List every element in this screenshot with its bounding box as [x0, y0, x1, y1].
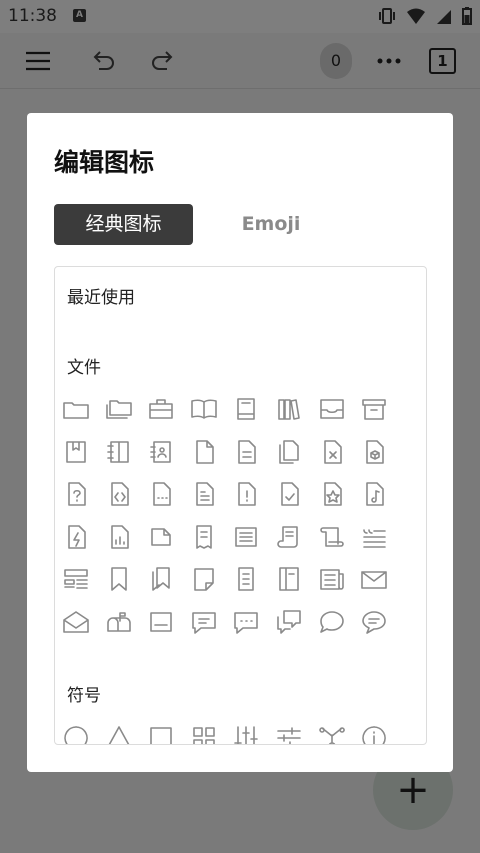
tab-emoji[interactable]: Emoji	[217, 204, 325, 245]
scroll-alt-icon[interactable]	[317, 522, 347, 552]
app-toolbar: 0 1	[0, 33, 480, 89]
comment-lines-icon[interactable]	[189, 607, 219, 637]
file-chart-icon[interactable]	[104, 522, 134, 552]
page-number-button[interactable]: 1	[429, 48, 456, 74]
tab-classic-icons[interactable]: 经典图标	[54, 204, 193, 245]
inbox-tray-icon[interactable]	[146, 607, 176, 637]
comments-icon[interactable]	[274, 607, 304, 637]
count-badge[interactable]: 0	[320, 43, 352, 79]
vibrate-icon	[379, 8, 395, 24]
inbox-icon[interactable]	[317, 394, 347, 424]
folder-icon[interactable]	[61, 394, 91, 424]
contact-book-icon[interactable]	[146, 437, 176, 467]
menu-icon[interactable]	[24, 47, 52, 75]
file-check-icon[interactable]	[274, 479, 304, 509]
folders-icon[interactable]	[104, 394, 134, 424]
wifi-icon	[407, 8, 425, 24]
file-dots-icon[interactable]	[146, 479, 176, 509]
dialog-title: 编辑图标	[54, 148, 155, 177]
section-files-title: 文件	[67, 358, 101, 378]
file-list-icon[interactable]	[189, 479, 219, 509]
undo-icon[interactable]	[88, 47, 116, 75]
section-symbols-title: 符号	[67, 686, 101, 706]
triangle-icon[interactable]	[104, 723, 134, 744]
file-fold-icon[interactable]	[146, 522, 176, 552]
notification-badge: A	[73, 9, 86, 22]
file-text-icon[interactable]	[231, 437, 261, 467]
spiral-notebook-icon[interactable]	[104, 437, 134, 467]
file-alert-icon[interactable]	[231, 479, 261, 509]
books-icon[interactable]	[274, 394, 304, 424]
sliders-horizontal-icon[interactable]	[274, 723, 304, 744]
file-code-icon[interactable]	[104, 479, 134, 509]
redo-icon[interactable]	[150, 47, 178, 75]
file-x-icon[interactable]	[317, 437, 347, 467]
book-icon[interactable]	[231, 394, 261, 424]
open-envelope-icon[interactable]	[61, 607, 91, 637]
scroll-icon[interactable]	[274, 522, 304, 552]
status-icons	[377, 7, 472, 25]
sticky-note-icon[interactable]	[189, 564, 219, 594]
files-copy-icon[interactable]	[274, 437, 304, 467]
network-icon[interactable]	[317, 723, 347, 744]
file-box-icon[interactable]	[359, 437, 389, 467]
file-bolt-icon[interactable]	[61, 522, 91, 552]
note-icon[interactable]	[231, 564, 261, 594]
section-recent-title: 最近使用	[67, 288, 135, 308]
info-icon[interactable]	[359, 723, 389, 744]
document-lines-icon[interactable]	[231, 522, 261, 552]
open-book-icon[interactable]	[189, 394, 219, 424]
bookmark-book-icon[interactable]	[61, 437, 91, 467]
receipt-icon[interactable]	[189, 522, 219, 552]
more-options-icon[interactable]	[375, 47, 403, 75]
circle-icon[interactable]	[61, 723, 91, 744]
briefcase-icon[interactable]	[146, 394, 176, 424]
battery-icon	[462, 7, 472, 25]
comment-dots-icon[interactable]	[231, 607, 261, 637]
newspaper-icon[interactable]	[317, 564, 347, 594]
file-question-icon[interactable]	[61, 479, 91, 509]
status-bar: 11:38 A	[0, 0, 480, 33]
square-icon[interactable]	[146, 723, 176, 744]
edit-icon-dialog: 编辑图标 经典图标 Emoji 最近使用 文件 符号	[27, 113, 453, 772]
grid-icon[interactable]	[189, 723, 219, 744]
journal-icon[interactable]	[274, 564, 304, 594]
sliders-vertical-icon[interactable]	[231, 723, 261, 744]
file-icon[interactable]	[189, 437, 219, 467]
status-time: 11:38	[8, 6, 57, 26]
signal-icon	[437, 10, 451, 24]
envelope-icon[interactable]	[359, 564, 389, 594]
file-music-icon[interactable]	[359, 479, 389, 509]
bookmarks-icon[interactable]	[146, 564, 176, 594]
file-star-icon[interactable]	[317, 479, 347, 509]
quote-icon[interactable]	[359, 522, 389, 552]
layout-icon[interactable]	[61, 564, 91, 594]
icon-picker-panel[interactable]: 最近使用 文件 符号	[54, 266, 427, 745]
mailbox-icon[interactable]	[104, 607, 134, 637]
bookmark-icon[interactable]	[104, 564, 134, 594]
chat-lines-icon[interactable]	[359, 607, 389, 637]
archive-icon[interactable]	[359, 394, 389, 424]
speech-bubble-icon[interactable]	[317, 607, 347, 637]
